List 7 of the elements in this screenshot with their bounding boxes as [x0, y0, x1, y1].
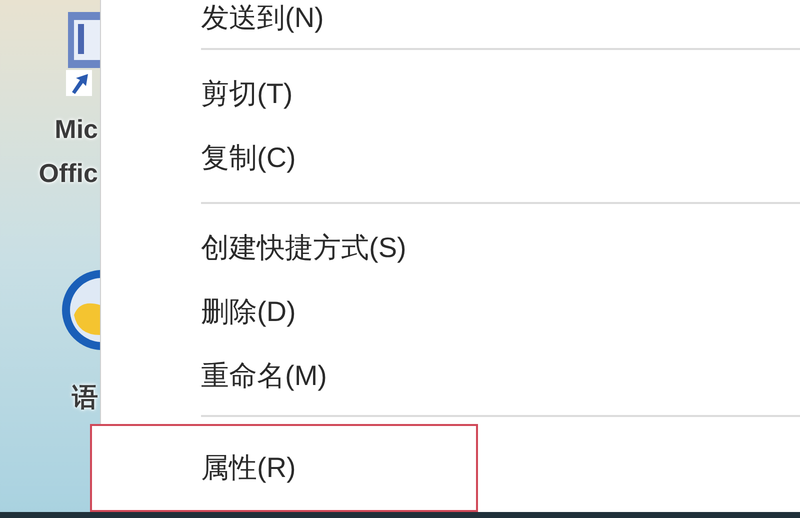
menu-item[interactable]: 删除(D): [90, 280, 478, 344]
icon-label: Offic: [38, 157, 98, 190]
icon-label: 语: [72, 381, 98, 414]
icon-label: Mic: [54, 113, 98, 146]
menu-item[interactable]: 属性(R): [90, 424, 478, 512]
menu-item[interactable]: 创建快捷方式(S): [90, 216, 478, 280]
menu-item[interactable]: 发送到(N): [90, 0, 478, 36]
